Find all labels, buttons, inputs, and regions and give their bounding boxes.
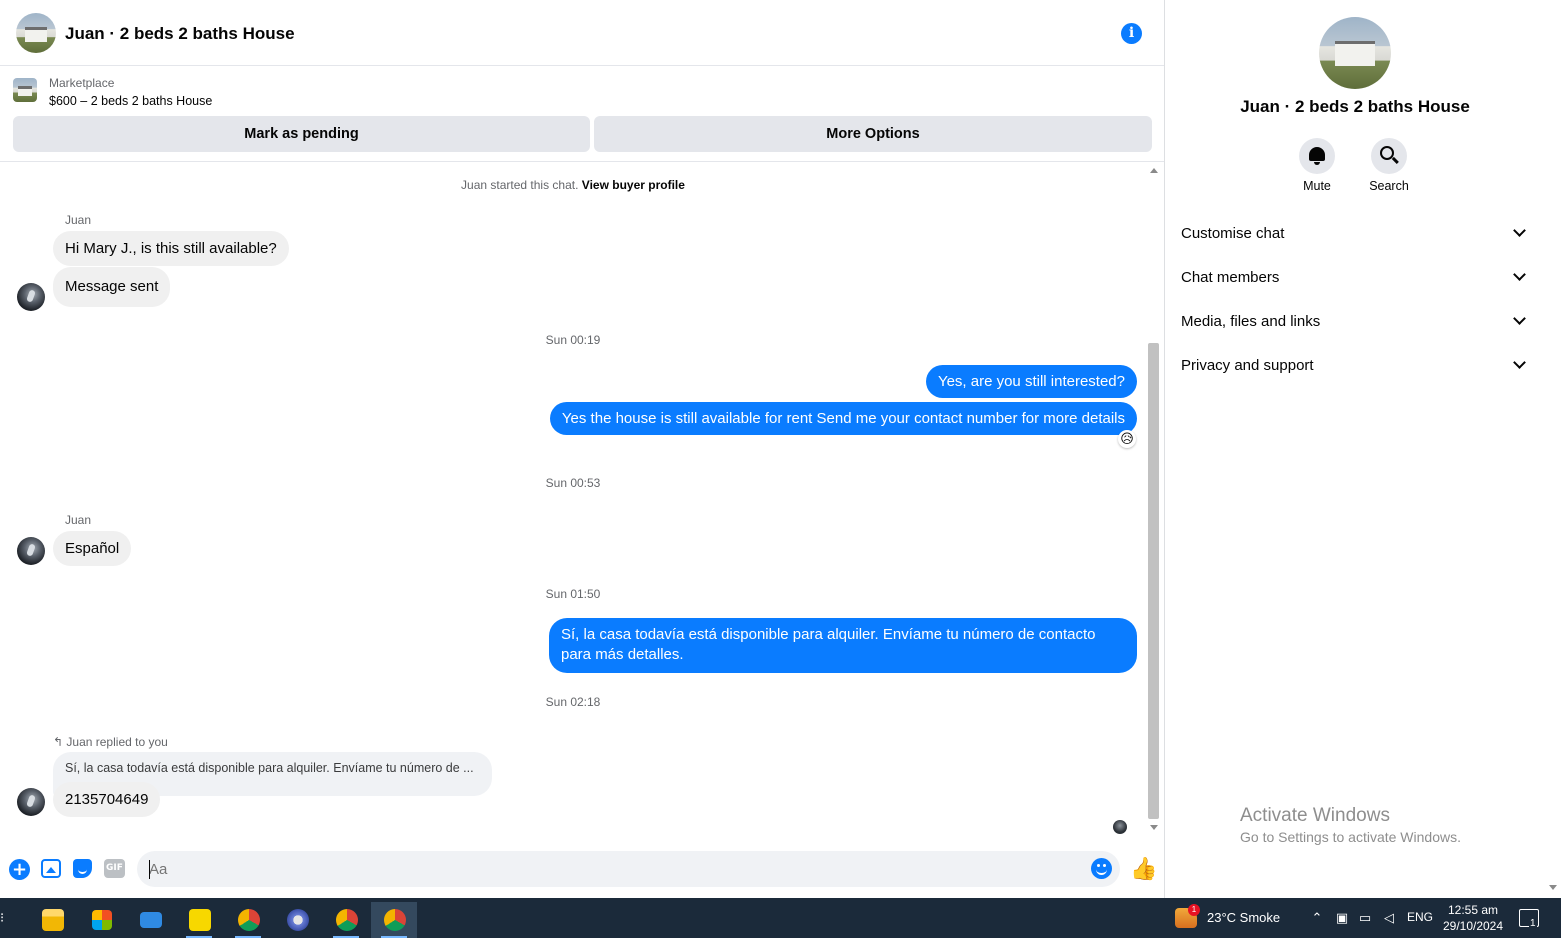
messenger-window: Juan · 2 beds 2 baths House i Marketplac… xyxy=(0,0,1561,938)
clock-date: 29/10/2024 xyxy=(1442,919,1504,933)
details-avatar[interactable] xyxy=(1319,17,1391,89)
message-timestamp: Sun 00:53 xyxy=(545,476,601,490)
scroll-down-arrow-icon[interactable] xyxy=(1549,885,1557,890)
view-buyer-profile-link[interactable]: View buyer profile xyxy=(582,178,685,192)
section-label: Chat members xyxy=(1181,269,1280,286)
chevron-up-icon[interactable]: ⌃ xyxy=(1309,910,1325,926)
message-timestamp: Sun 02:18 xyxy=(545,695,601,709)
conversation-title[interactable]: Juan · 2 beds 2 baths House xyxy=(65,24,295,44)
photo-icon[interactable] xyxy=(41,859,61,878)
page-scrollbar[interactable] xyxy=(1545,0,1561,898)
chevron-down-icon xyxy=(1513,268,1526,281)
task-view-icon[interactable]: ⁝ xyxy=(0,908,10,928)
file-explorer-icon[interactable] xyxy=(29,902,75,938)
search-icon xyxy=(1380,146,1394,160)
sticker-icon[interactable] xyxy=(73,859,92,878)
sender-avatar[interactable] xyxy=(17,788,45,816)
meet-now-icon[interactable]: ▣ xyxy=(1334,910,1350,926)
message-thread: Juan started this chat. View buyer profi… xyxy=(0,163,1146,843)
network-icon[interactable]: ▭ xyxy=(1357,910,1373,926)
listing-thumbnail[interactable] xyxy=(13,78,37,102)
sticky-notes-icon[interactable] xyxy=(176,902,222,938)
emoji-icon[interactable] xyxy=(1091,858,1112,879)
scroll-thumb[interactable] xyxy=(1148,343,1159,819)
chevron-down-icon xyxy=(1513,224,1526,237)
volume-muted-icon[interactable]: ◁ xyxy=(1381,910,1397,926)
listing-title[interactable]: $600 – 2 beds 2 baths House xyxy=(49,94,212,108)
mail-icon[interactable] xyxy=(127,902,173,938)
details-title: Juan · 2 beds 2 baths House xyxy=(1240,97,1470,116)
windows-taskbar: ⁝ 1 23°C Smoke ⌃ ▣ ▭ ◁ ENG 12:55 am 29/1… xyxy=(0,898,1561,938)
mute-label: Mute xyxy=(1303,179,1331,193)
mute-button[interactable] xyxy=(1299,138,1335,174)
search-label: Search xyxy=(1369,179,1409,193)
weather-badge: 1 xyxy=(1188,904,1200,916)
outgoing-message[interactable]: Sí, la casa todavía está disponible para… xyxy=(549,618,1137,673)
info-icon[interactable]: i xyxy=(1121,23,1142,44)
section-label: Privacy and support xyxy=(1181,357,1314,374)
chat-panel: Juan · 2 beds 2 baths House i Marketplac… xyxy=(0,0,1165,898)
incoming-message[interactable]: 2135704649 xyxy=(53,782,161,817)
mark-as-pending-button[interactable]: Mark as pending xyxy=(13,116,590,152)
section-chat-members[interactable]: Chat members xyxy=(1165,257,1545,301)
outgoing-message[interactable]: Yes, are you still interested? xyxy=(925,365,1137,398)
activate-windows-watermark: Activate Windows Go to Settings to activ… xyxy=(1240,805,1461,845)
chrome-active-icon[interactable] xyxy=(371,902,417,938)
listing-avatar[interactable] xyxy=(16,13,56,53)
chrome-pc-profile-icon[interactable] xyxy=(323,902,369,938)
plus-icon[interactable]: + xyxy=(9,859,30,880)
section-customise-chat[interactable]: Customise chat xyxy=(1165,213,1545,257)
message-timestamp: Sun 01:50 xyxy=(545,587,601,601)
more-options-button[interactable]: More Options xyxy=(594,116,1152,152)
snipping-tool-icon[interactable] xyxy=(274,902,320,938)
notification-count: 1 xyxy=(1529,918,1537,929)
chat-header: Juan · 2 beds 2 baths House i xyxy=(0,0,1164,66)
watermark-title: Activate Windows xyxy=(1240,805,1390,826)
thumbs-up-icon[interactable]: 👍 xyxy=(1130,857,1157,881)
message-timestamp: Sun 00:19 xyxy=(545,333,601,347)
clock[interactable]: 12:55 am 29/10/2024 xyxy=(1440,902,1506,934)
scroll-down-arrow-icon[interactable] xyxy=(1150,825,1158,830)
outgoing-message[interactable]: Yes the house is still available for ren… xyxy=(549,402,1137,435)
seen-receipt-avatar xyxy=(1113,820,1127,834)
listing-source: Marketplace xyxy=(49,76,115,90)
message-composer: + GIF 👍 xyxy=(0,843,1164,898)
chrome-profile-icon[interactable] xyxy=(225,902,271,938)
reply-indicator: ↰ Juan replied to you xyxy=(53,735,168,749)
text-caret xyxy=(149,860,150,879)
chevron-down-icon xyxy=(1513,312,1526,325)
scroll-up-arrow-icon[interactable] xyxy=(1150,168,1158,173)
chat-started-notice: Juan started this chat. View buyer profi… xyxy=(0,178,1146,192)
reply-label-text: Juan replied to you xyxy=(66,735,168,749)
section-media-files-links[interactable]: Media, files and links xyxy=(1165,301,1545,345)
sender-name: Juan xyxy=(65,513,92,527)
section-label: Customise chat xyxy=(1181,225,1285,242)
chevron-down-icon xyxy=(1513,356,1526,369)
incoming-message[interactable]: Hi Mary J., is this still available? xyxy=(53,231,289,266)
section-privacy-support[interactable]: Privacy and support xyxy=(1165,345,1545,389)
marketplace-listing-bar: Marketplace $600 – 2 beds 2 baths House … xyxy=(0,67,1164,162)
language-indicator[interactable]: ENG xyxy=(1407,910,1433,924)
reply-arrow-icon: ↰ xyxy=(53,735,64,749)
bell-icon xyxy=(1309,147,1325,165)
search-button[interactable] xyxy=(1371,138,1407,174)
sender-name: Juan xyxy=(65,213,92,227)
weather-text[interactable]: 23°C Smoke xyxy=(1207,910,1280,925)
sender-avatar[interactable] xyxy=(17,283,45,311)
section-label: Media, files and links xyxy=(1181,313,1321,330)
watermark-subtitle: Go to Settings to activate Windows. xyxy=(1240,829,1461,845)
chat-started-text: Juan started this chat. xyxy=(461,178,579,192)
gif-icon[interactable]: GIF xyxy=(104,859,125,878)
thread-scrollbar[interactable] xyxy=(1146,163,1163,839)
incoming-message[interactable]: Message sent xyxy=(53,267,171,307)
message-input[interactable] xyxy=(137,851,1120,887)
microsoft-store-icon[interactable] xyxy=(78,902,124,938)
conversation-details-panel: Juan · 2 beds 2 baths House Mute Search … xyxy=(1165,0,1545,898)
incoming-message[interactable]: Español xyxy=(53,531,132,566)
crying-face-reaction-icon[interactable]: 😥 xyxy=(1118,430,1136,448)
sender-avatar[interactable] xyxy=(17,537,45,565)
clock-time: 12:55 am xyxy=(1447,903,1499,917)
